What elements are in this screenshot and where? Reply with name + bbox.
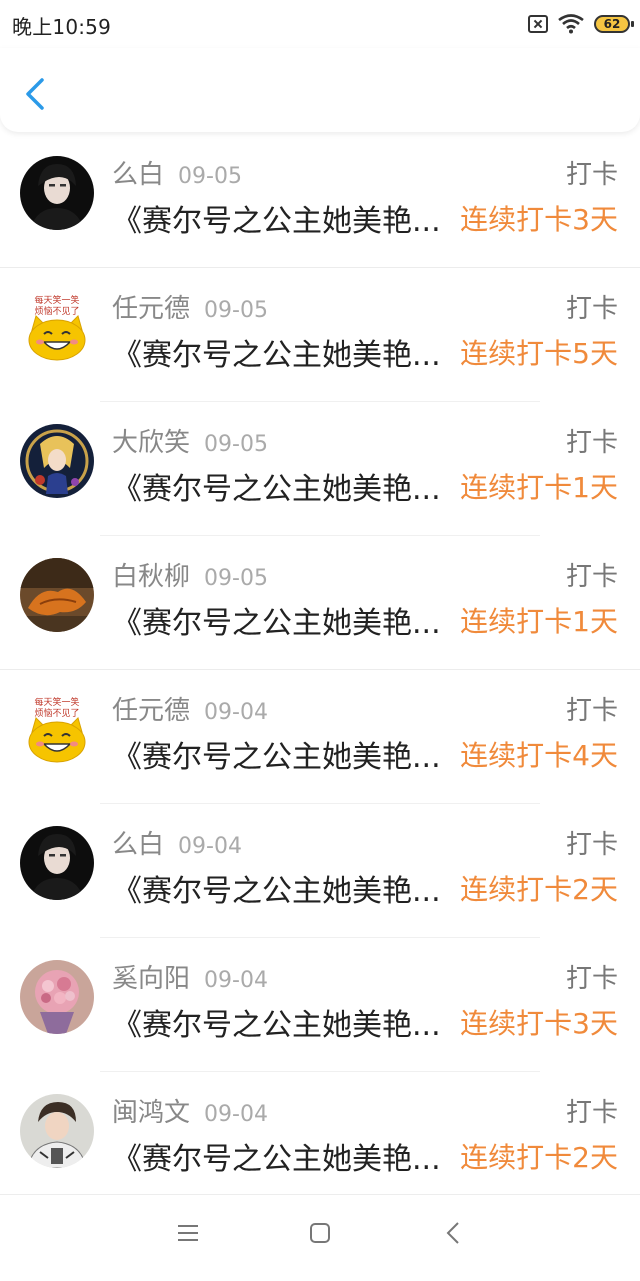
streak-text: 连续打卡2天 xyxy=(460,1141,618,1174)
svg-text:烦恼不见了: 烦恼不见了 xyxy=(34,305,79,317)
checkin-label: 打卡 xyxy=(565,696,618,726)
record-date: 09-04 xyxy=(204,700,268,725)
avatar[interactable] xyxy=(20,1094,94,1168)
system-nav-bar xyxy=(0,1194,640,1281)
back-button[interactable] xyxy=(18,74,54,114)
book-title: 《赛尔号之公主她美艳... xyxy=(112,740,441,775)
checkin-list: 么白 09-05 打卡 《赛尔号之公主她美艳... 连续打卡3天 每天笑一笑 烦恼… xyxy=(0,134,640,1194)
checkin-label: 打卡 xyxy=(565,830,618,860)
streak-text: 连续打卡1天 xyxy=(460,605,618,638)
list-item[interactable]: 奚向阳 09-04 打卡 《赛尔号之公主她美艳... 连续打卡3天 xyxy=(0,938,640,1072)
user-name: 奚向阳 xyxy=(112,964,191,994)
user-name: 大欣笑 xyxy=(112,428,191,458)
checkin-label: 打卡 xyxy=(565,428,618,458)
streak-text: 连续打卡1天 xyxy=(460,471,618,504)
list-item[interactable]: 大欣笑 09-05 打卡 《赛尔号之公主她美艳... 连续打卡1天 xyxy=(0,402,640,536)
streak-text: 连续打卡3天 xyxy=(460,1007,618,1040)
streak-text: 连续打卡3天 xyxy=(460,203,618,236)
system-back-button[interactable] xyxy=(442,1221,466,1249)
record-date: 09-05 xyxy=(204,298,268,323)
battery-icon: 62 xyxy=(594,15,634,33)
user-name: 任元德 xyxy=(112,696,191,726)
book-title: 《赛尔号之公主她美艳... xyxy=(112,874,441,909)
top-header xyxy=(0,48,640,132)
streak-text: 连续打卡2天 xyxy=(460,873,618,906)
book-title: 《赛尔号之公主她美艳... xyxy=(112,472,441,507)
record-date: 09-05 xyxy=(204,566,268,591)
record-date: 09-04 xyxy=(178,834,242,859)
svg-text:每天笑一笑: 每天笑一笑 xyxy=(34,696,79,708)
avatar[interactable]: 每天笑一笑 烦恼不见了 xyxy=(20,290,94,364)
wifi-icon xyxy=(558,14,584,34)
battery-level: 62 xyxy=(603,17,621,31)
record-date: 09-04 xyxy=(204,1102,268,1127)
checkin-label: 打卡 xyxy=(565,294,618,324)
record-date: 09-05 xyxy=(204,432,268,457)
list-item[interactable]: 么白 09-05 打卡 《赛尔号之公主她美艳... 连续打卡3天 xyxy=(0,134,640,268)
menu-button[interactable] xyxy=(176,1221,200,1249)
home-button[interactable] xyxy=(308,1221,332,1249)
checkin-label: 打卡 xyxy=(565,160,618,190)
user-name: 闽鸿文 xyxy=(112,1098,191,1128)
book-title: 《赛尔号之公主她美艳... xyxy=(112,606,441,641)
avatar[interactable] xyxy=(20,960,94,1034)
record-date: 09-05 xyxy=(178,164,242,189)
status-time: 晚上10:59 xyxy=(12,15,112,39)
avatar[interactable] xyxy=(20,826,94,900)
list-item[interactable]: 每天笑一笑 烦恼不见了 任元德 09-04 打卡 《赛尔号之公主她美艳... 连续… xyxy=(0,670,640,804)
record-date: 09-04 xyxy=(204,968,268,993)
checkin-label: 打卡 xyxy=(565,1098,618,1128)
user-name: 么白 xyxy=(112,160,165,190)
user-name: 白秋柳 xyxy=(112,562,191,592)
avatar[interactable] xyxy=(20,156,94,230)
checkin-label: 打卡 xyxy=(565,562,618,592)
book-title: 《赛尔号之公主她美艳... xyxy=(112,204,441,239)
book-title: 《赛尔号之公主她美艳... xyxy=(112,1142,441,1177)
back-triangle-icon xyxy=(446,1222,459,1244)
book-title: 《赛尔号之公主她美艳... xyxy=(112,1008,441,1043)
status-bar: 晚上10:59 62 xyxy=(0,0,640,48)
streak-text: 连续打卡5天 xyxy=(460,337,618,370)
status-icons: 62 xyxy=(528,12,634,36)
chevron-left-icon xyxy=(26,78,44,110)
sim-off-icon xyxy=(528,15,548,33)
checkin-label: 打卡 xyxy=(565,964,618,994)
avatar[interactable]: 每天笑一笑 烦恼不见了 xyxy=(20,692,94,766)
avatar[interactable] xyxy=(20,424,94,498)
menu-icon xyxy=(178,1225,198,1241)
list-item[interactable]: 闽鸿文 09-04 打卡 《赛尔号之公主她美艳... 连续打卡2天 xyxy=(0,1072,640,1206)
user-name: 么白 xyxy=(112,830,165,860)
svg-text:每天笑一笑: 每天笑一笑 xyxy=(34,294,79,306)
user-name: 任元德 xyxy=(112,294,191,324)
home-square-icon xyxy=(310,1223,330,1243)
list-item[interactable]: 么白 09-04 打卡 《赛尔号之公主她美艳... 连续打卡2天 xyxy=(0,804,640,938)
list-item[interactable]: 每天笑一笑 烦恼不见了 任元德 09-05 打卡 《赛尔号之公主她美艳... 连续… xyxy=(0,268,640,402)
streak-text: 连续打卡4天 xyxy=(460,739,618,772)
book-title: 《赛尔号之公主她美艳... xyxy=(112,338,441,373)
avatar[interactable] xyxy=(20,558,94,632)
svg-text:烦恼不见了: 烦恼不见了 xyxy=(34,707,79,719)
list-item[interactable]: 白秋柳 09-05 打卡 《赛尔号之公主她美艳... 连续打卡1天 xyxy=(0,536,640,670)
